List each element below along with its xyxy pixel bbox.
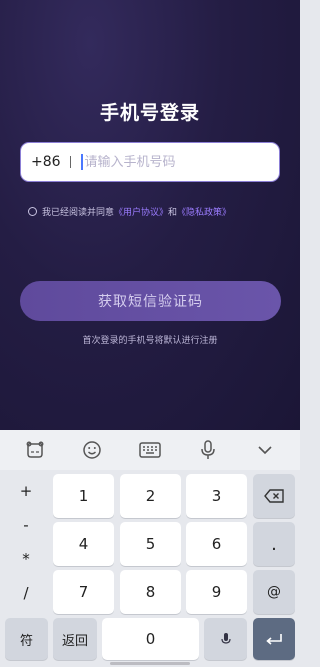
home-indicator bbox=[110, 662, 190, 665]
key-plus[interactable]: + bbox=[8, 482, 44, 500]
microphone-icon[interactable] bbox=[194, 436, 222, 464]
enter-icon bbox=[266, 634, 282, 645]
agreement-and: 和 bbox=[168, 207, 178, 218]
microphone-icon bbox=[220, 633, 231, 644]
numeric-keyboard: + - * / 1 2 3 4 5 6 7 8 9 . @ 符 返回 0 bbox=[0, 470, 300, 667]
key-asterisk[interactable]: * bbox=[8, 550, 44, 568]
key-0[interactable]: 0 bbox=[102, 618, 199, 660]
phone-input[interactable] bbox=[84, 154, 265, 170]
key-1[interactable]: 1 bbox=[53, 474, 114, 518]
phone-field[interactable]: +86 bbox=[20, 142, 280, 182]
privacy-policy-link[interactable]: 《隐私政策》 bbox=[177, 205, 231, 218]
agreement-row: 我已经阅读并同意 《用户协议》 和 《隐私政策》 bbox=[28, 204, 231, 218]
emoji-keyboard-icon[interactable] bbox=[21, 436, 49, 464]
text-cursor bbox=[80, 154, 83, 170]
symbols-key[interactable]: 符 bbox=[5, 618, 48, 660]
voice-key[interactable] bbox=[204, 618, 247, 660]
key-5[interactable]: 5 bbox=[120, 522, 181, 566]
divider bbox=[69, 156, 71, 168]
agreement-radio[interactable] bbox=[28, 206, 37, 216]
key-6[interactable]: 6 bbox=[186, 522, 247, 566]
keyboard-toolbar bbox=[0, 430, 300, 470]
key-2[interactable]: 2 bbox=[120, 474, 181, 518]
enter-key[interactable] bbox=[253, 618, 295, 660]
auto-register-hint: 首次登录的手机号将默认进行注册 bbox=[82, 336, 218, 346]
backspace-key[interactable] bbox=[253, 474, 295, 518]
agreement-prefix: 我已经阅读并同意 bbox=[42, 207, 115, 218]
key-9[interactable]: 9 bbox=[186, 570, 247, 614]
key-4[interactable]: 4 bbox=[53, 522, 114, 566]
page-title: 手机号登录 bbox=[99, 102, 200, 124]
backspace-icon bbox=[264, 489, 284, 503]
key-7[interactable]: 7 bbox=[53, 570, 114, 614]
keyboard-icon[interactable] bbox=[136, 436, 164, 464]
back-key[interactable]: 返回 bbox=[53, 618, 97, 660]
key-3[interactable]: 3 bbox=[186, 474, 247, 518]
key-dot[interactable]: . bbox=[253, 522, 295, 566]
smiley-icon[interactable] bbox=[78, 436, 106, 464]
key-minus[interactable]: - bbox=[8, 516, 44, 534]
key-8[interactable]: 8 bbox=[120, 570, 181, 614]
key-at[interactable]: @ bbox=[253, 570, 295, 614]
country-code[interactable]: +86 bbox=[31, 154, 61, 170]
get-code-button[interactable]: 获取短信验证码 bbox=[20, 281, 281, 321]
chevron-down-icon[interactable] bbox=[251, 436, 279, 464]
login-screen: 手机号登录 +86 我已经阅读并同意 《用户协议》 和 《隐私政策》 获取短信验… bbox=[0, 0, 300, 430]
key-slash[interactable]: / bbox=[8, 584, 44, 602]
user-agreement-link[interactable]: 《用户协议》 bbox=[114, 205, 168, 218]
